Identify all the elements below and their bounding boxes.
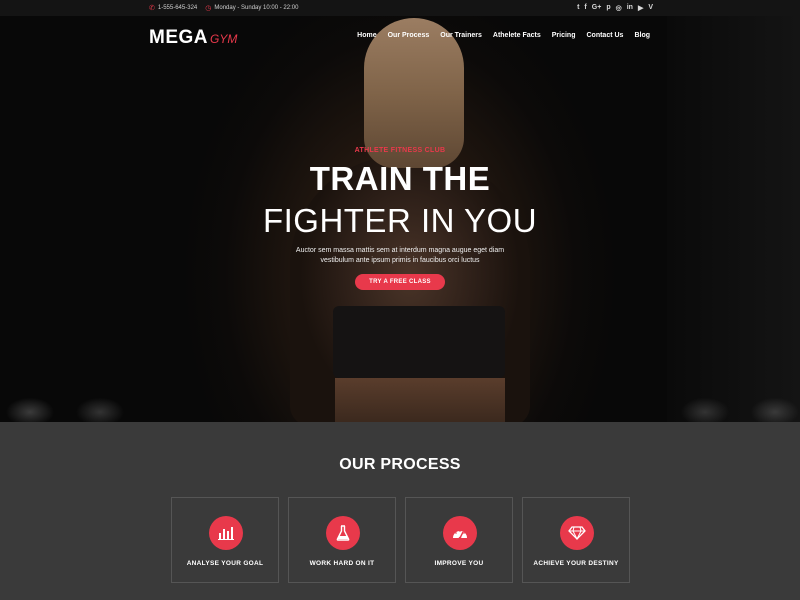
nav-item-blog[interactable]: Blog xyxy=(634,32,650,39)
process-cards: ANALYSE YOUR GOAL WORK HARD ON IT IMPROV… xyxy=(171,497,630,583)
vimeo-icon[interactable]: V xyxy=(648,4,653,12)
nav-item-athelete-facts[interactable]: Athelete Facts xyxy=(493,32,541,39)
clock-icon: ◷ xyxy=(205,5,212,12)
youtube-icon[interactable]: ▶ xyxy=(638,4,643,12)
speedometer-icon xyxy=(453,530,467,540)
process-card-achieve[interactable]: ACHIEVE YOUR DESTINY xyxy=(522,497,630,583)
pinterest-icon[interactable]: p xyxy=(606,4,610,12)
social-links: t f G+ p ◎ in ▶ V xyxy=(577,4,653,12)
process-card-label: WORK HARD ON IT xyxy=(309,560,375,567)
nav-item-contact-us[interactable]: Contact Us xyxy=(586,32,623,39)
nav-item-home[interactable]: Home xyxy=(357,32,376,39)
process-card-label: IMPROVE YOU xyxy=(434,560,484,567)
process-title: OUR PROCESS xyxy=(339,456,461,473)
linkedin-icon[interactable]: in xyxy=(627,4,633,12)
hero-kicker: ATHLETE FITNESS CLUB xyxy=(354,147,446,154)
contact-info: ✆ 1-555-645-324 ◷ Monday - Sunday 10:00 … xyxy=(149,4,298,12)
flask-icon xyxy=(336,525,350,541)
process-card-work[interactable]: WORK HARD ON IT xyxy=(288,497,396,583)
process-card-label: ACHIEVE YOUR DESTINY xyxy=(533,560,619,567)
logo-secondary-text: GYM xyxy=(210,32,238,46)
hero-description-line1: Auctor sem massa mattis sem at interdum … xyxy=(295,247,505,254)
logo-primary-text: MEGA xyxy=(149,27,208,48)
process-card-analyse[interactable]: ANALYSE YOUR GOAL xyxy=(171,497,279,583)
google-plus-icon[interactable]: G+ xyxy=(592,4,602,12)
process-card-improve[interactable]: IMPROVE YOU xyxy=(405,497,513,583)
nav-item-our-process[interactable]: Our Process xyxy=(388,32,430,39)
process-section: OUR PROCESS ANALYSE YOUR GOAL WORK HARD … xyxy=(0,422,800,600)
phone-number: 1-555-645-324 xyxy=(157,5,198,11)
facebook-icon[interactable]: f xyxy=(584,4,586,12)
try-free-class-button[interactable]: TRY A FREE CLASS xyxy=(355,274,445,290)
nav-item-our-trainers[interactable]: Our Trainers xyxy=(440,32,482,39)
site-logo[interactable]: MEGA GYM xyxy=(149,27,237,49)
hero-description: Auctor sem massa mattis sem at interdum … xyxy=(0,246,800,266)
nav-item-pricing[interactable]: Pricing xyxy=(552,32,576,39)
hero-title-line2: FIGHTER IN YOU xyxy=(262,202,538,239)
bar-chart-icon xyxy=(218,527,234,540)
instagram-icon[interactable]: ◎ xyxy=(616,4,622,12)
opening-hours: Monday - Sunday 10:00 - 22:00 xyxy=(214,5,299,11)
main-nav: Home Our Process Our Trainers Athelete F… xyxy=(357,32,650,39)
phone-icon: ✆ xyxy=(149,5,155,12)
hero-title-line1: TRAIN THE xyxy=(309,160,491,197)
diamond-icon xyxy=(568,526,586,540)
process-card-label: ANALYSE YOUR GOAL xyxy=(186,560,264,567)
twitter-icon[interactable]: t xyxy=(577,4,579,12)
hero-description-line2: vestibulum ante ipsum primis in faucibus… xyxy=(320,257,480,264)
page: ✆ 1-555-645-324 ◷ Monday - Sunday 10:00 … xyxy=(0,0,800,600)
top-bar: ✆ 1-555-645-324 ◷ Monday - Sunday 10:00 … xyxy=(0,0,800,16)
